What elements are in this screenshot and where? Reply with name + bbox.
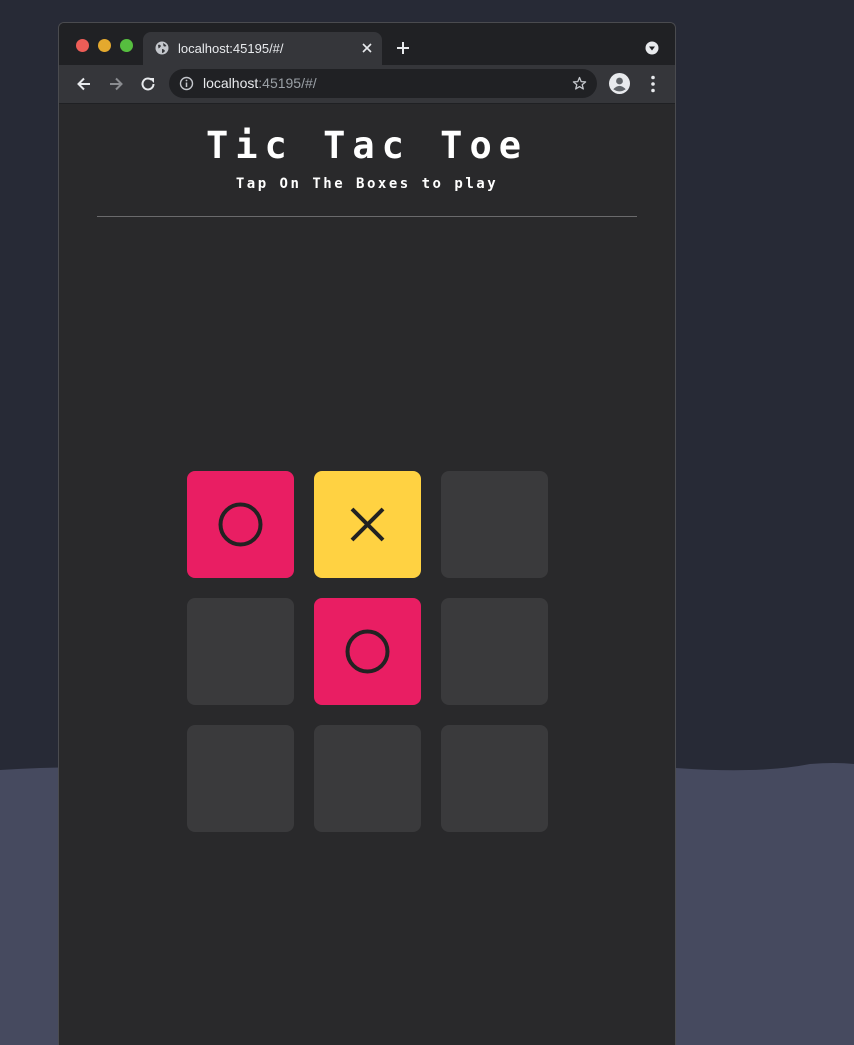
tab-search-icon[interactable] [645,41,659,55]
kebab-menu-icon[interactable] [644,74,662,94]
arrow-left-icon[interactable] [75,75,93,93]
star-icon[interactable] [572,76,587,91]
url-text[interactable]: localhost:45195/#/ [203,75,317,91]
profile-icon[interactable] [609,73,630,94]
board-cell-o[interactable] [314,598,421,705]
divider [97,216,637,217]
info-icon[interactable] [179,76,194,91]
o-mark-icon [345,629,390,674]
board-cell-o[interactable] [187,471,294,578]
tab-title: localhost:45195/#/ [178,41,284,56]
board-cell-empty[interactable] [314,725,421,832]
address-bar[interactable]: localhost:45195/#/ [169,69,597,98]
board-cell-empty[interactable] [441,471,548,578]
board-cell-empty[interactable] [441,725,548,832]
board-cell-x[interactable] [314,471,421,578]
game-board [187,471,548,832]
reload-icon[interactable] [139,75,157,93]
globe-icon [155,41,169,55]
browser-titlebar: localhost:45195/#/ [59,23,675,65]
o-mark-icon [218,502,263,547]
close-window-button[interactable] [76,39,89,52]
board-cell-empty[interactable] [187,598,294,705]
maximize-window-button[interactable] [120,39,133,52]
arrow-right-icon[interactable] [107,75,125,93]
board-cell-empty[interactable] [187,725,294,832]
board-cell-empty[interactable] [441,598,548,705]
game-title: Tic Tac Toe [205,124,529,167]
browser-tab[interactable]: localhost:45195/#/ [143,32,382,65]
minimize-window-button[interactable] [98,39,111,52]
close-icon[interactable] [361,42,373,54]
plus-icon[interactable] [396,41,410,55]
page-content: Tic Tac Toe Tap On The Boxes to play [59,104,675,1045]
browser-toolbar: localhost:45195/#/ [59,65,675,104]
browser-window: localhost:45195/#/ localhost:45195/#/ Ti… [58,22,676,1045]
x-mark-icon [350,507,385,542]
game-subtitle: Tap On The Boxes to play [235,176,499,192]
